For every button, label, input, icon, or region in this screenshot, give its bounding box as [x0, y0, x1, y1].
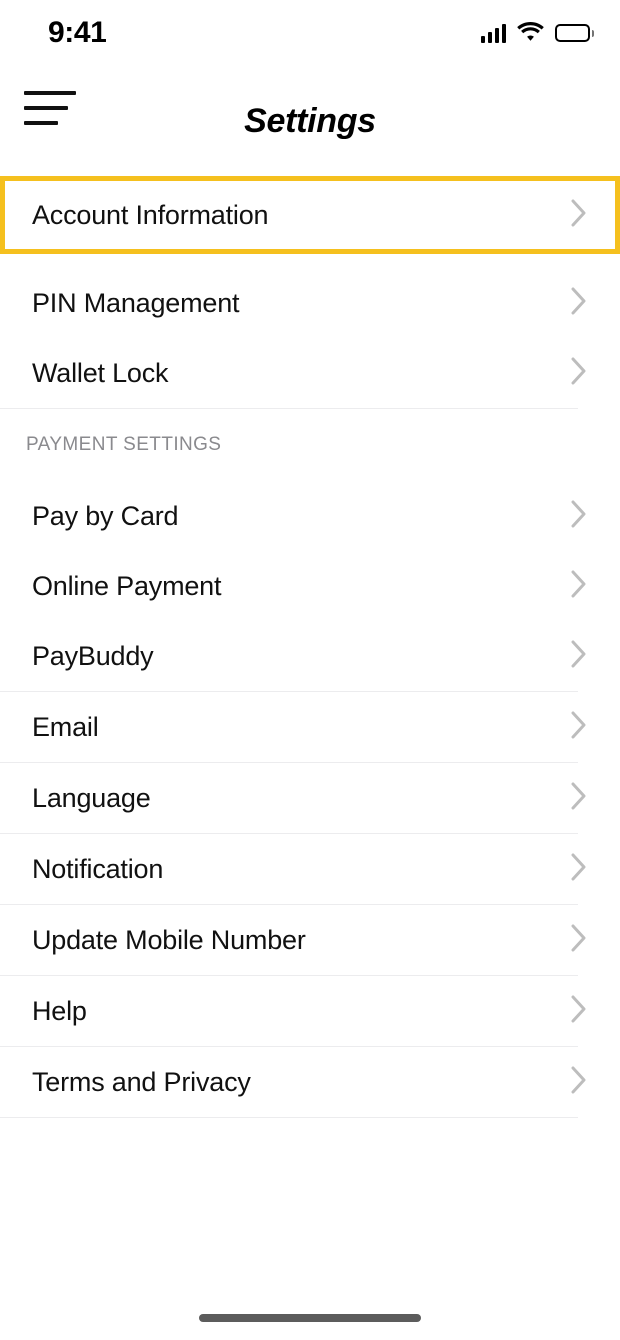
list-item-label: Notification: [32, 853, 164, 884]
chevron-right-icon: [571, 640, 587, 673]
settings-row-language[interactable]: Language: [0, 763, 620, 833]
chevron-right-icon: [571, 357, 587, 390]
settings-row-online-payment[interactable]: Online Payment: [0, 551, 620, 621]
settings-row-update-mobile-number[interactable]: Update Mobile Number: [0, 905, 620, 975]
settings-row-paybuddy[interactable]: PayBuddy: [0, 621, 620, 691]
section-header-payment-settings: PAYMENT SETTINGS: [26, 434, 222, 455]
list-item-label: Email: [32, 711, 99, 742]
settings-row-pay-by-card[interactable]: Pay by Card: [0, 481, 620, 551]
wifi-icon: [517, 21, 544, 46]
settings-row-terms-and-privacy[interactable]: Terms and Privacy: [0, 1047, 620, 1117]
cellular-signal-icon: [480, 23, 506, 43]
chevron-right-icon: [571, 570, 587, 603]
list-item-label: Terms and Privacy: [32, 1066, 251, 1097]
settings-row-pin-management[interactable]: PIN Management: [0, 268, 620, 338]
status-bar-icons: [480, 21, 594, 46]
chevron-right-icon: [571, 853, 587, 886]
settings-row-help[interactable]: Help: [0, 976, 620, 1046]
chevron-right-icon: [571, 782, 587, 815]
chevron-right-icon: [571, 924, 587, 957]
list-item-label: Account Information: [32, 199, 269, 230]
list-item-label: Help: [32, 995, 87, 1026]
list-divider: [0, 1117, 578, 1118]
status-bar-time: 9:41: [48, 16, 107, 49]
list-item-label: Language: [32, 782, 151, 813]
settings-row-wallet-lock[interactable]: Wallet Lock: [0, 338, 620, 408]
settings-row-email[interactable]: Email: [0, 692, 620, 762]
chevron-right-icon: [571, 995, 587, 1028]
status-bar: 9:41: [0, 0, 620, 66]
list-item-label: PIN Management: [32, 287, 240, 318]
phone-screen: 9:41 Settings Account Information PIN Ma…: [0, 0, 620, 1340]
chevron-right-icon: [571, 287, 587, 320]
list-item-label: Update Mobile Number: [32, 924, 306, 955]
settings-row-account-information[interactable]: Account Information: [0, 176, 620, 254]
settings-list: Account Information PIN Management Walle…: [0, 176, 620, 1118]
page-title: Settings: [244, 101, 376, 140]
home-indicator-bar[interactable]: [199, 1314, 421, 1322]
chevron-right-icon: [571, 199, 587, 232]
chevron-right-icon: [571, 1066, 587, 1099]
chevron-right-icon: [571, 711, 587, 744]
list-item-label: Online Payment: [32, 570, 222, 601]
settings-row-notification[interactable]: Notification: [0, 834, 620, 904]
list-item-label: Wallet Lock: [32, 357, 169, 388]
navigation-bar: Settings: [0, 66, 620, 176]
list-item-label: Pay by Card: [32, 500, 179, 531]
list-item-label: PayBuddy: [32, 640, 154, 671]
battery-full-icon: [555, 24, 594, 42]
chevron-right-icon: [571, 500, 587, 533]
